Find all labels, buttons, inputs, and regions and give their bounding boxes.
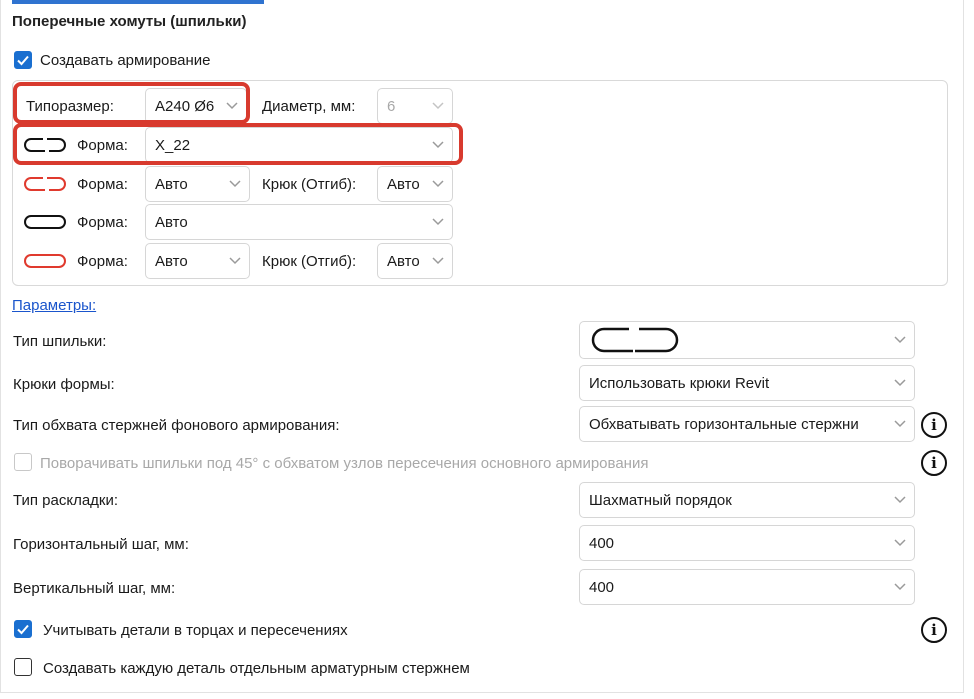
shape-label-4: Форма: [77,253,128,270]
create-reinforcement-checkbox[interactable] [14,51,32,69]
diameter-select[interactable]: 6 [377,88,453,124]
shape-select-2-value: Авто [155,175,188,193]
vstep-select-value: 400 [589,578,615,596]
pin-shape-icon [591,327,679,353]
shape-loop-black-icon [24,215,66,229]
shape-select-3-value: Авто [155,213,188,231]
shape-label-2: Форма: [77,176,128,193]
chevron-down-icon [432,257,444,265]
chevron-down-icon [894,336,906,344]
layout-type-select-value: Шахматный порядок [589,491,732,509]
rotate-pins-checkbox[interactable] [14,453,32,471]
vstep-label: Вертикальный шаг, мм: [13,580,176,597]
consider-details-label: Учитывать детали в торцах и пересечениях [43,622,348,639]
wrap-type-select[interactable]: Обхватывать горизонтальные стержни [579,406,915,442]
chevron-down-icon [432,180,444,188]
hstep-label: Горизонтальный шаг, мм: [13,536,189,553]
hstep-select[interactable]: 400 [579,525,915,561]
wrap-type-label: Тип обхвата стержней фонового армировани… [13,417,340,434]
shape-select-3[interactable]: Авто [145,204,453,240]
diameter-label: Диаметр, мм: [262,98,356,115]
shape-loop-red-icon [24,254,66,268]
chevron-down-icon [894,539,906,547]
info-icon[interactable]: i [921,617,947,643]
hook-select-2[interactable]: Авто [377,243,453,279]
hook-label-2: Крюк (Отгиб): [262,253,357,270]
size-highlight [13,82,250,124]
rotate-pins-label: Поворачивать шпильки под 45° с обхватом … [40,455,649,472]
chevron-down-icon [432,218,444,226]
tab-accent [12,0,264,4]
chevron-down-icon [894,496,906,504]
parameters-link[interactable]: Параметры: [12,297,96,314]
shape-select-4[interactable]: Авто [145,243,250,279]
hook-label-1: Крюк (Отгиб): [262,176,357,193]
hook-select-1[interactable]: Авто [377,166,453,202]
diameter-select-value: 6 [387,97,396,115]
shape-hook-red-icon [24,177,66,191]
pin-type-select[interactable] [579,321,915,359]
layout-type-label: Тип раскладки: [13,492,119,509]
pin-type-label: Тип шпильки: [13,333,107,350]
consider-details-checkbox[interactable] [14,620,32,638]
wrap-type-select-value: Обхватывать горизонтальные стержни [589,415,859,433]
shape-select-2[interactable]: Авто [145,166,250,202]
create-reinforcement-label: Создавать армирование [40,52,211,69]
hook-select-2-value: Авто [387,252,420,270]
chevron-down-icon [229,257,241,265]
chevron-down-icon [229,180,241,188]
shape-label-3: Форма: [77,214,128,231]
hooks-label: Крюки формы: [13,376,115,393]
chevron-down-icon [894,379,906,387]
check-icon [17,55,29,66]
shape-highlight [13,123,463,165]
chevron-down-icon [894,583,906,591]
hooks-select[interactable]: Использовать крюки Revit [579,365,915,401]
hooks-select-value: Использовать крюки Revit [589,374,770,392]
chevron-down-icon [894,420,906,428]
vstep-select[interactable]: 400 [579,569,915,605]
separate-bars-label: Создавать каждую деталь отдельным армату… [43,660,470,677]
hstep-select-value: 400 [589,534,615,552]
layout-type-select[interactable]: Шахматный порядок [579,482,915,518]
info-icon[interactable]: i [921,412,947,438]
info-icon[interactable]: i [921,450,947,476]
check-icon [17,624,29,635]
shape-select-4-value: Авто [155,252,188,270]
section-title: Поперечные хомуты (шпильки) [12,13,247,30]
chevron-down-icon [432,102,444,110]
separate-bars-checkbox[interactable] [14,658,32,676]
hook-select-1-value: Авто [387,175,420,193]
